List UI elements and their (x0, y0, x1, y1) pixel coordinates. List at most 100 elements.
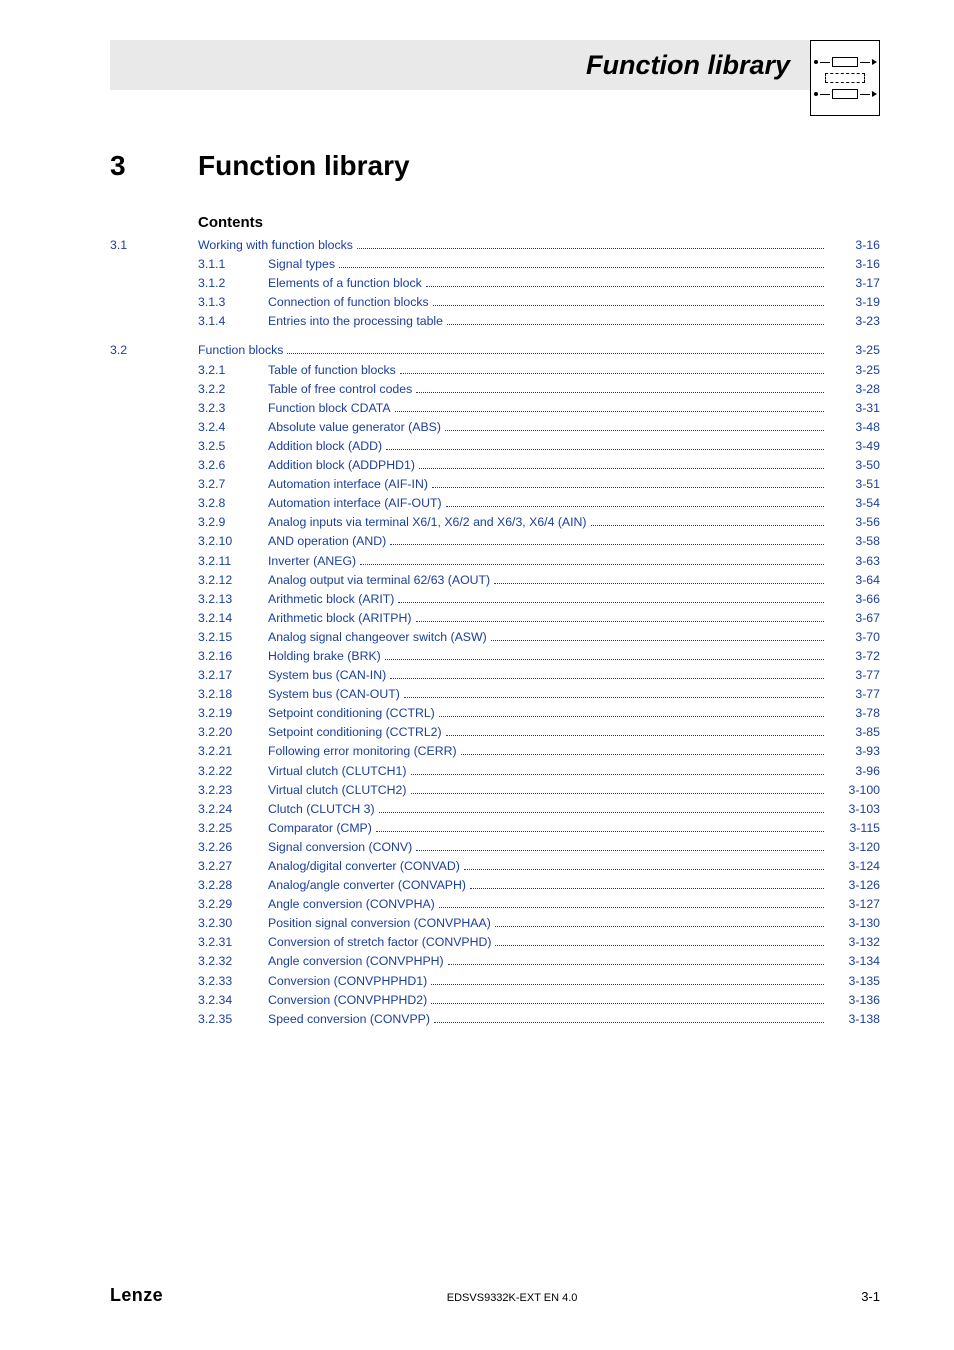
toc-entry-level2[interactable]: 3.2.10AND operation (AND)3-58 (110, 535, 880, 547)
toc-entry-level2[interactable]: 3.2.4Absolute value generator (ABS)3-48 (110, 421, 880, 433)
page: Function library 3 Function library Cont… (0, 0, 954, 1350)
toc-leader-dots (390, 544, 824, 545)
toc-entry-page: 3-17 (828, 277, 880, 289)
toc-entry-level2[interactable]: 3.2.29Angle conversion (CONVPHA)3-127 (110, 898, 880, 910)
contents-label: Contents (198, 214, 880, 231)
toc-entry-title: Addition block (ADDPHD1) (268, 459, 415, 471)
fb-line-icon (860, 94, 870, 95)
toc-entry-level2[interactable]: 3.2.2Table of free control codes3-28 (110, 383, 880, 395)
toc-entry-page: 3-28 (828, 383, 880, 395)
toc-entry-level2[interactable]: 3.2.27Analog/digital converter (CONVAD)3… (110, 860, 880, 872)
toc-entry-page: 3-56 (828, 516, 880, 528)
toc-leader-dots (470, 888, 824, 889)
toc-entry-page: 3-54 (828, 497, 880, 509)
toc-entry-title: Signal conversion (CONV) (268, 841, 412, 853)
toc-entry-page: 3-16 (828, 239, 880, 251)
toc-leader-dots (432, 487, 824, 488)
toc-entry-number: 3.2.16 (198, 650, 268, 662)
toc-entry-level2[interactable]: 3.2.13Arithmetic block (ARIT)3-66 (110, 593, 880, 605)
toc-leader-dots (400, 373, 824, 374)
page-footer: Lenze EDSVS9332K-EXT EN 4.0 3-1 (110, 1285, 880, 1306)
toc-entry-page: 3-85 (828, 726, 880, 738)
toc-entry-page: 3-120 (828, 841, 880, 853)
toc-entry-number: 3.2.1 (198, 364, 268, 376)
toc-leader-dots (426, 286, 824, 287)
toc-entry-title: System bus (CAN-OUT) (268, 688, 400, 700)
toc-leader-dots (416, 621, 825, 622)
toc-entry-level2[interactable]: 3.2.34Conversion (CONVPHPHD2)3-136 (110, 994, 880, 1006)
toc-entry-page: 3-96 (828, 765, 880, 777)
toc-entry-level2[interactable]: 3.2.30Position signal conversion (CONVPH… (110, 917, 880, 929)
toc-entry-level2[interactable]: 3.2.32Angle conversion (CONVPHPH)3-134 (110, 955, 880, 967)
toc-entry-number: 3.2.20 (198, 726, 268, 738)
toc-entry-title: Conversion (CONVPHPHD1) (268, 975, 427, 987)
toc-entry-level2[interactable]: 3.2.24Clutch (CLUTCH 3)3-103 (110, 803, 880, 815)
toc-entry-level2[interactable]: 3.2.31Conversion of stretch factor (CONV… (110, 936, 880, 948)
toc-entry-level2[interactable]: 3.2.7Automation interface (AIF-IN)3-51 (110, 478, 880, 490)
toc-leader-dots (446, 506, 824, 507)
toc-leader-dots (379, 812, 824, 813)
toc-entry-title: Analog inputs via terminal X6/1, X6/2 an… (268, 516, 587, 528)
toc-entry-level2[interactable]: 3.2.25Comparator (CMP)3-115 (110, 822, 880, 834)
toc-entry-number: 3.2.12 (198, 574, 268, 586)
toc-entry-page: 3-19 (828, 296, 880, 308)
toc-entry-level1[interactable]: 3.1Working with function blocks3-16 (110, 239, 880, 251)
toc-entry-level2[interactable]: 3.2.35Speed conversion (CONVPP)3-138 (110, 1013, 880, 1025)
toc-entry-level2[interactable]: 3.2.5Addition block (ADD)3-49 (110, 440, 880, 452)
toc-entry-title: Angle conversion (CONVPHPH) (268, 955, 444, 967)
toc-leader-dots (447, 324, 824, 325)
toc-entry-level2[interactable]: 3.2.1Table of function blocks3-25 (110, 364, 880, 376)
toc-leader-dots (376, 831, 824, 832)
toc-entry-level2[interactable]: 3.1.1Signal types3-16 (110, 258, 880, 270)
toc-entry-level2[interactable]: 3.2.17System bus (CAN-IN)3-77 (110, 669, 880, 681)
toc-leader-dots (416, 392, 824, 393)
toc-leader-dots (448, 964, 824, 965)
toc-entry-level2[interactable]: 3.2.19Setpoint conditioning (CCTRL)3-78 (110, 707, 880, 719)
toc-entry-level2[interactable]: 3.2.11Inverter (ANEG)3-63 (110, 555, 880, 567)
toc-entry-level2[interactable]: 3.1.2Elements of a function block3-17 (110, 277, 880, 289)
toc-leader-dots (431, 1003, 824, 1004)
toc-entry-page: 3-58 (828, 535, 880, 547)
toc-entry-level2[interactable]: 3.2.15Analog signal changeover switch (A… (110, 631, 880, 643)
toc-entry-level2[interactable]: 3.2.6Addition block (ADDPHD1)3-50 (110, 459, 880, 471)
toc-leader-dots (287, 353, 824, 354)
fb-dot-icon (814, 92, 818, 96)
toc-entry-level2[interactable]: 3.2.20Setpoint conditioning (CCTRL2)3-85 (110, 726, 880, 738)
toc-entry-level1[interactable]: 3.2Function blocks3-25 (110, 344, 880, 356)
toc-entry-level2[interactable]: 3.1.4Entries into the processing table3-… (110, 315, 880, 327)
toc-entry-level2[interactable]: 3.2.14Arithmetic block (ARITPH)3-67 (110, 612, 880, 624)
toc-entry-level2[interactable]: 3.2.3Function block CDATA3-31 (110, 402, 880, 414)
toc-entry-level2[interactable]: 3.2.33Conversion (CONVPHPHD1)3-135 (110, 975, 880, 987)
toc-entry-title: Table of function blocks (268, 364, 396, 376)
toc-entry-level2[interactable]: 3.2.21Following error monitoring (CERR)3… (110, 745, 880, 757)
toc-entry-page: 3-77 (828, 688, 880, 700)
toc-entry-number: 3.2.3 (198, 402, 268, 414)
toc-entry-level2[interactable]: 3.2.23Virtual clutch (CLUTCH2)3-100 (110, 784, 880, 796)
toc-entry-level2[interactable]: 3.2.8Automation interface (AIF-OUT)3-54 (110, 497, 880, 509)
header-band: Function library (110, 40, 880, 90)
toc-leader-dots (491, 640, 824, 641)
toc-leader-dots (439, 907, 824, 908)
toc-entry-title: Arithmetic block (ARIT) (268, 593, 394, 605)
toc-entry-page: 3-64 (828, 574, 880, 586)
toc-entry-title: Analog/digital converter (CONVAD) (268, 860, 460, 872)
toc-entry-level2[interactable]: 3.2.16Holding brake (BRK)3-72 (110, 650, 880, 662)
fb-dot-icon (814, 60, 818, 64)
toc-entry-title: Conversion (CONVPHPHD2) (268, 994, 427, 1006)
toc-entry-page: 3-51 (828, 478, 880, 490)
toc-entry-level2[interactable]: 3.2.26Signal conversion (CONV)3-120 (110, 841, 880, 853)
toc-entry-level2[interactable]: 3.1.3Connection of function blocks3-19 (110, 296, 880, 308)
toc-entry-level2[interactable]: 3.2.9Analog inputs via terminal X6/1, X6… (110, 516, 880, 528)
toc-entry-title: Entries into the processing table (268, 315, 443, 327)
toc-entry-level2[interactable]: 3.2.28Analog/angle converter (CONVAPH)3-… (110, 879, 880, 891)
toc-entry-level2[interactable]: 3.2.18System bus (CAN-OUT)3-77 (110, 688, 880, 700)
toc-entry-number: 3.2.14 (198, 612, 268, 624)
toc-leader-dots (419, 468, 824, 469)
toc-entry-title: Comparator (CMP) (268, 822, 372, 834)
toc-entry-level2[interactable]: 3.2.22Virtual clutch (CLUTCH1)3-96 (110, 765, 880, 777)
toc-entry-title: Automation interface (AIF-IN) (268, 478, 428, 490)
toc-entry-level2[interactable]: 3.2.12Analog output via terminal 62/63 (… (110, 574, 880, 586)
toc-entry-number: 3.2.24 (198, 803, 268, 815)
toc-entry-number: 3.2.13 (198, 593, 268, 605)
toc-entry-title: Setpoint conditioning (CCTRL) (268, 707, 435, 719)
